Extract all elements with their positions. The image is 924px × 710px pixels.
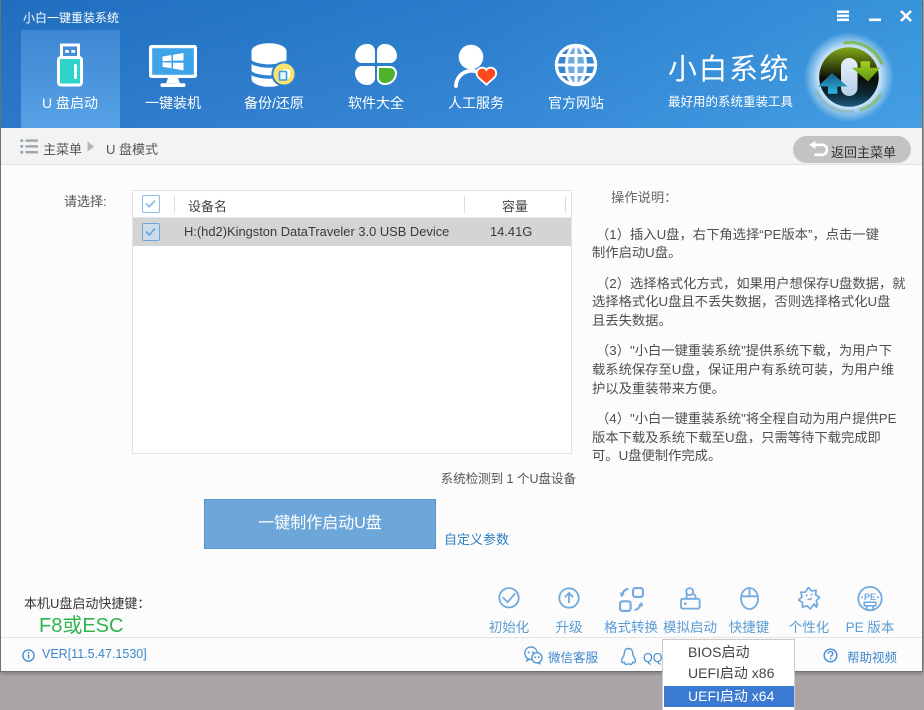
svg-text:PE: PE [864,592,876,602]
